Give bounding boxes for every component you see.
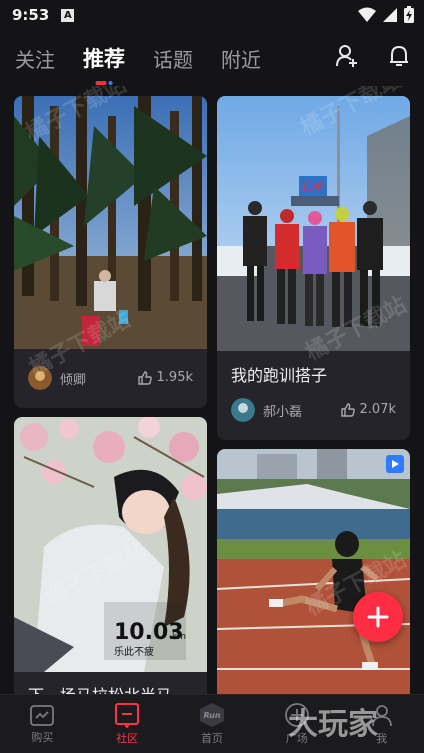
like-count: 1.95k [156,370,193,385]
play-icon [392,460,399,468]
feed-card[interactable] [217,449,410,694]
signal-icon [383,7,397,22]
status-time: 9:53 [12,6,50,24]
nav-shop[interactable]: 购买 [0,695,85,753]
feed-card[interactable]: 倾卿 1.95k [14,96,207,408]
card-author[interactable]: 郝小磊 [231,398,302,422]
card-photo: 10.03 km 乐此不疲 [14,417,207,672]
svg-text:红桥: 红桥 [302,181,324,194]
svg-text:乐此不疲: 乐此不疲 [114,645,154,658]
like-button[interactable]: 2.07k [340,402,396,417]
tab-recommended[interactable]: 推荐 [69,43,139,85]
video-badge [386,455,404,473]
nav-plaza[interactable]: 广场 [254,695,339,753]
nav-community[interactable]: 社区 [85,695,170,753]
avatar [231,398,255,422]
nav-label: 我 [376,732,388,745]
nav-label: 首页 [200,732,223,745]
profile-icon [371,705,392,727]
nav-home[interactable]: Run 首页 [170,695,255,753]
create-post-button[interactable] [353,592,403,642]
card-photo [14,96,207,349]
tab-nearby[interactable]: 附近 [207,44,275,73]
bell-icon[interactable] [388,44,410,68]
nav-label: 购买 [31,731,54,744]
plus-icon [367,606,389,628]
status-bar: 9:53 A [0,0,424,30]
community-icon [115,703,140,728]
status-icons [358,6,414,23]
nav-me[interactable]: 我 [339,695,424,753]
thumbs-up-icon [340,402,355,417]
like-count: 2.07k [359,402,396,417]
nav-label: 广场 [285,732,308,745]
top-nav-actions [336,44,410,68]
card-title: 下一场马拉松北半马 [28,682,172,694]
notification-icon: A [61,8,75,22]
nav-label: 社区 [116,732,139,745]
card-title: 我的跑训搭子 [231,366,328,385]
svg-text:Run: Run [203,711,220,720]
feed-card[interactable]: 10.03 km 乐此不疲 下一场马拉松北半马 [14,417,207,694]
svg-text:km: km [172,632,186,642]
wifi-icon [358,7,376,22]
add-friend-icon[interactable] [336,44,358,68]
card-photo [217,449,410,694]
bottom-nav: 购买 社区 Run 首页 广场 我 大玩家 [0,694,424,753]
feed-card[interactable]: 红桥 我的跑训搭子 郝小磊 2.07k [217,96,410,440]
card-photo: 红桥 [217,96,410,351]
author-name: 郝小磊 [263,404,303,420]
battery-icon [404,6,414,23]
author-name: 倾卿 [60,372,87,388]
card-author[interactable]: 倾卿 [28,366,86,390]
plaza-icon [284,703,309,727]
tab-topics[interactable]: 话题 [139,44,207,73]
avatar [28,366,52,390]
top-nav: 关注 推荐 话题 附近 [0,36,424,85]
thumbs-up-icon [137,370,152,385]
run-logo-icon: Run [199,703,224,727]
active-tab-indicator [95,81,113,85]
tab-recommended-label: 推荐 [83,47,125,71]
tab-following[interactable]: 关注 [0,44,69,73]
like-button[interactable]: 1.95k [137,370,193,385]
shopping-bag-icon [30,705,55,726]
